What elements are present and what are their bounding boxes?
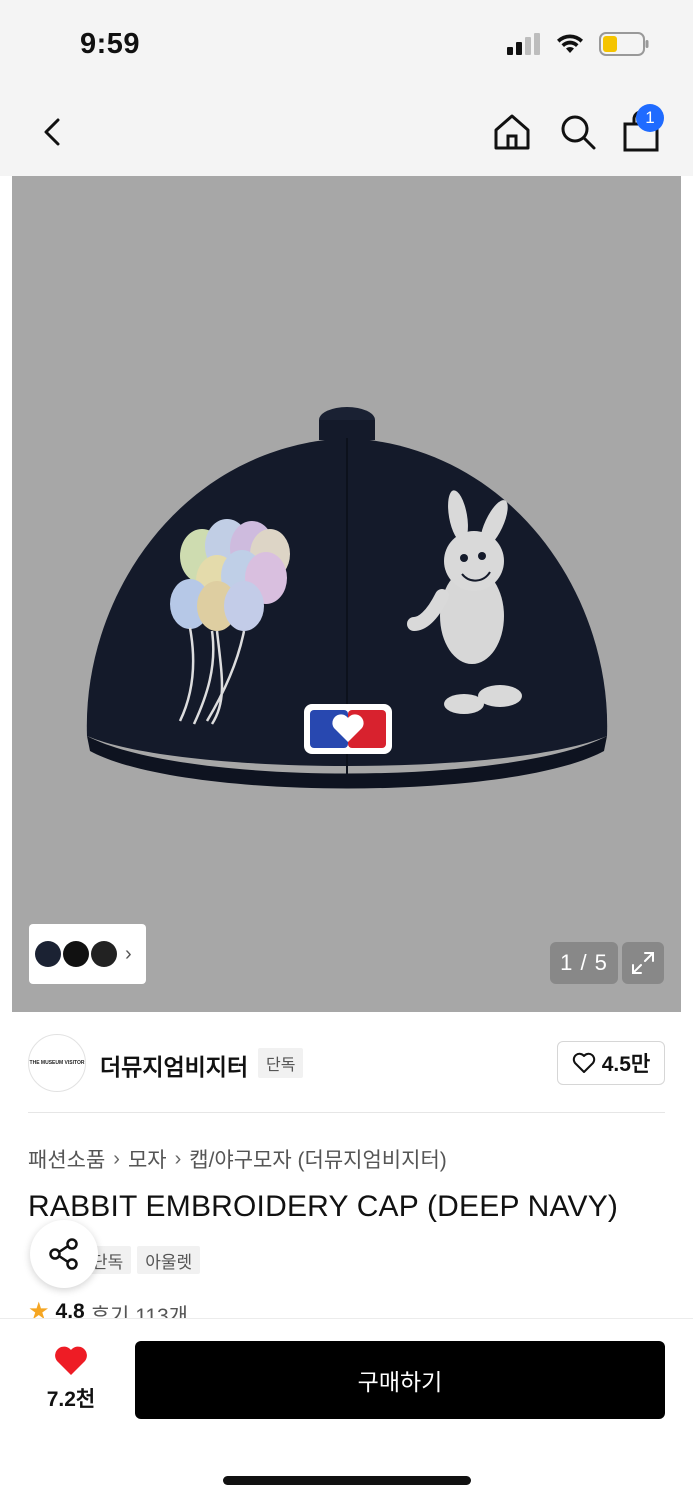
status-time: 9:59	[80, 28, 141, 60]
product-image-gallery[interactable]: › 1 / 5	[12, 176, 681, 1012]
rating-value: 4.8	[55, 1300, 85, 1320]
cap-product-image	[86, 407, 608, 789]
home-indicator	[223, 1476, 471, 1485]
thumbnail-strip[interactable]: ›	[29, 924, 146, 984]
thumbnail[interactable]	[63, 941, 89, 967]
brand-row: THE MUSEUM VISITOR 더뮤지엄비지터 단독 4.5만	[28, 1034, 665, 1092]
divider	[28, 1112, 665, 1113]
share-button[interactable]	[30, 1220, 98, 1288]
share-icon	[49, 1238, 78, 1270]
gallery-page-counter: 1 / 5	[550, 942, 618, 984]
brand-like-count: 4.5만	[601, 1053, 651, 1076]
expand-button[interactable]	[622, 942, 664, 984]
brand-logo[interactable]: THE MUSEUM VISITOR	[28, 1034, 86, 1092]
heart-outline-icon	[572, 1052, 595, 1073]
heart-patch-embroidery	[304, 704, 392, 754]
nav-bar: 1	[0, 90, 693, 176]
buy-button[interactable]: 구매하기	[135, 1341, 665, 1419]
breadcrumb-item[interactable]: 모자	[128, 1144, 167, 1174]
breadcrumb: 패션소품 › 모자 › 캡/야구모자 (더뮤지엄비지터)	[28, 1144, 447, 1174]
brand-name[interactable]: 더뮤지엄비지터	[100, 1048, 248, 1082]
thumbnail[interactable]	[35, 941, 61, 967]
rating-row[interactable]: ★ 4.8 후기 113개	[28, 1300, 188, 1320]
search-icon[interactable]	[556, 110, 600, 154]
review-count: 후기 113개	[90, 1305, 188, 1320]
chevron-right-icon: ›	[113, 1147, 120, 1170]
tag-outlet: 아울렛	[137, 1246, 201, 1274]
heart-filled-icon	[55, 1346, 87, 1375]
wishlist-count: 7.2천	[46, 1388, 96, 1411]
breadcrumb-item[interactable]: 패션소품	[28, 1144, 105, 1174]
cart-count-badge: 1	[636, 104, 664, 132]
chevron-right-icon: ›	[174, 1147, 182, 1170]
back-icon[interactable]	[34, 112, 74, 152]
brand-exclusive-badge: 단독	[258, 1048, 304, 1078]
battery-icon	[599, 32, 649, 56]
product-title: RABBIT EMBROIDERY CAP (DEEP NAVY)	[28, 1190, 619, 1223]
purchase-bar: 7.2천 구매하기	[0, 1318, 693, 1500]
status-icons	[507, 32, 649, 56]
status-bar: 9:59	[0, 0, 693, 90]
wishlist-button[interactable]: 7.2천	[30, 1345, 112, 1415]
home-icon[interactable]	[490, 110, 534, 154]
star-icon: ★	[28, 1300, 50, 1320]
product-tags: 단독 아울렛	[84, 1246, 201, 1274]
wifi-icon	[557, 34, 583, 53]
breadcrumb-item[interactable]: 캡/야구모자 (더뮤지엄비지터)	[189, 1144, 447, 1174]
thumbnail[interactable]	[91, 941, 117, 967]
chevron-right-icon[interactable]: ›	[125, 943, 132, 966]
brand-like-button[interactable]: 4.5만	[557, 1041, 665, 1085]
expand-icon	[632, 952, 654, 974]
cellular-signal-icon	[507, 33, 540, 55]
